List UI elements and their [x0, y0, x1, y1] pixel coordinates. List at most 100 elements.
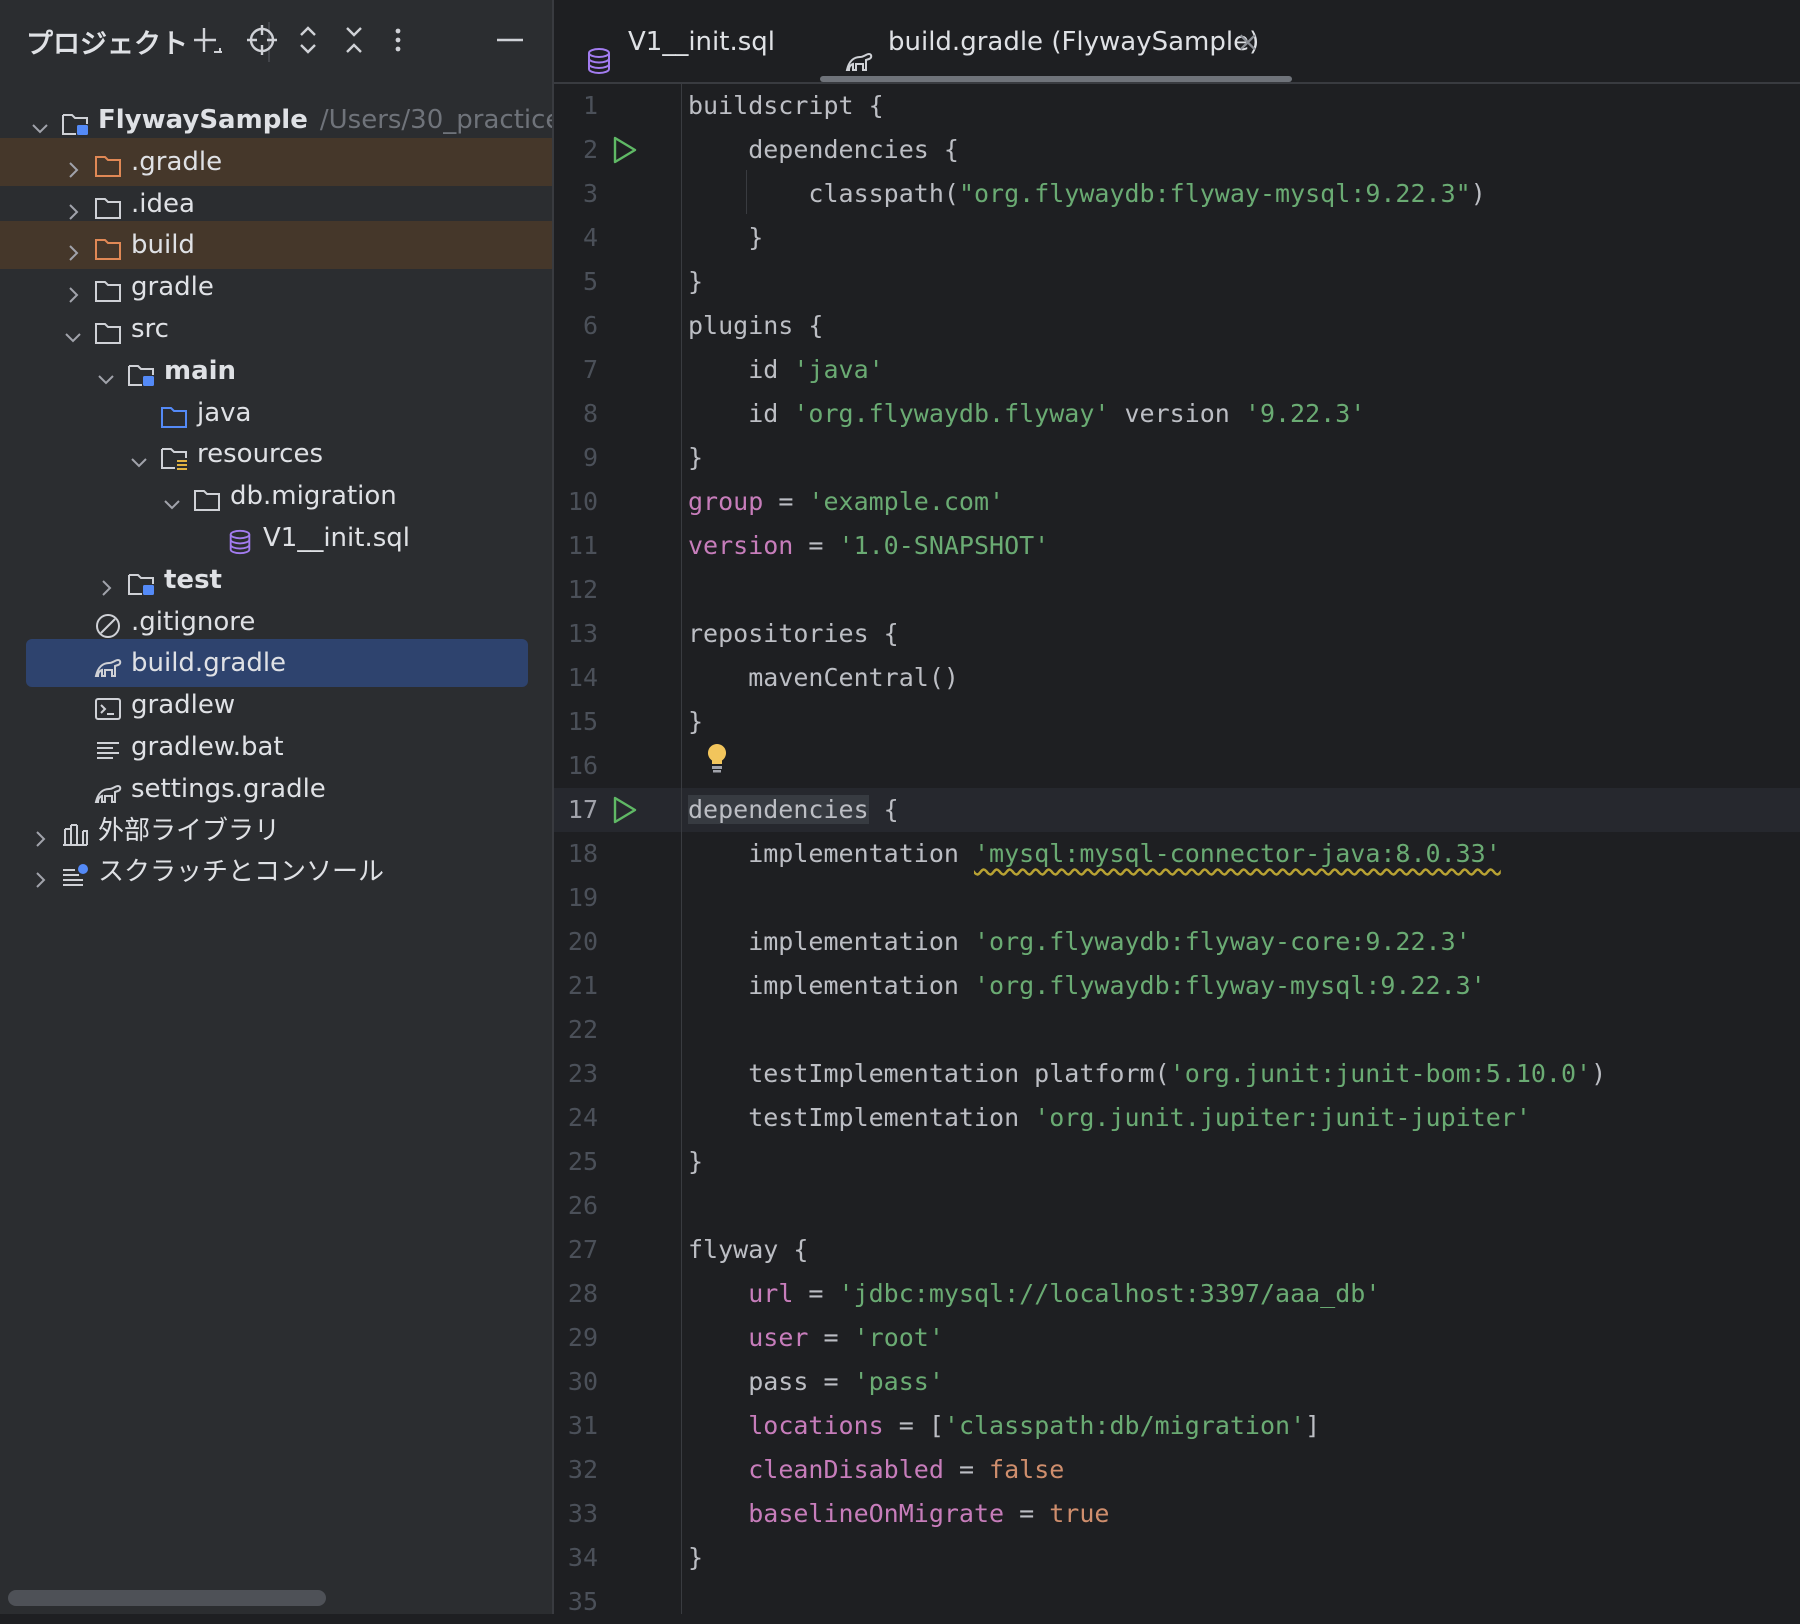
active-tab-indicator: [820, 76, 1292, 82]
tree-item-resources[interactable]: resources: [0, 430, 552, 478]
chevron-right-icon[interactable]: [61, 233, 85, 261]
run-gutter-icon[interactable]: [610, 135, 638, 165]
code-token: url: [748, 1279, 794, 1308]
line-number: 15: [567, 707, 598, 736]
more-options-icon[interactable]: [380, 22, 416, 58]
tab-v1-init-sql[interactable]: V1__init.sql: [580, 0, 780, 82]
code-token: ]: [1305, 1411, 1321, 1440]
tree-item-flywaysample[interactable]: FlywaySample/Users/30_practice/p: [0, 96, 587, 144]
tree-item-label: gradlew: [131, 690, 236, 720]
code-line: 5}: [554, 260, 1800, 304]
tab-label: V1__init.sql: [628, 27, 775, 57]
code-token: =: [943, 1455, 990, 1484]
chevron-right-icon[interactable]: [94, 568, 118, 596]
line-number: 13: [567, 619, 598, 648]
code-editor[interactable]: 1 buildscript {2 dependencies {3 classpat…: [554, 84, 1800, 1616]
code-line: 12: [554, 568, 1800, 612]
line-number: 21: [567, 971, 598, 1000]
tree-item-test[interactable]: test: [0, 556, 552, 604]
code-token: }: [688, 267, 704, 296]
line-number: 14: [567, 663, 598, 692]
tree-item-src[interactable]: src: [0, 305, 552, 353]
code-text: implementation 'org.flywaydb:flyway-core…: [688, 920, 1471, 964]
code-token: 'jdbc:mysql://localhost:3397/aaa_db': [838, 1279, 1381, 1308]
tree-item-スクラッチとコンソール[interactable]: スクラッチとコンソール: [0, 848, 552, 896]
code-text: }: [688, 436, 703, 480]
code-token: baselineOnMigrate: [748, 1499, 1005, 1528]
code-text: }: [688, 260, 703, 304]
tree-item-gradlew-bat[interactable]: gradlew.bat: [0, 723, 552, 771]
code-text: group = 'example.com': [688, 480, 1004, 524]
tree-item-label: スクラッチとコンソール: [98, 857, 385, 887]
code-text: flyway {: [688, 1228, 808, 1272]
tree-item-settings-gradle[interactable]: settings.gradle: [0, 765, 552, 813]
tree-item-gradle[interactable]: .gradle: [0, 138, 552, 186]
add-icon[interactable]: [190, 22, 226, 58]
code-line: 2 dependencies {: [554, 128, 1800, 172]
tree-item-main[interactable]: main: [0, 347, 552, 395]
tree-item-v1-init-sql[interactable]: V1__init.sql: [0, 514, 552, 562]
chevron-down-icon[interactable]: [28, 108, 52, 134]
gradle-icon: [93, 775, 123, 803]
tree-item-gradlew[interactable]: gradlew: [0, 681, 552, 729]
tree-item-label: test: [164, 565, 222, 595]
code-token: user: [748, 1323, 809, 1352]
module-folder-icon: [60, 106, 90, 135]
tab-build-gradle[interactable]: build.gradle (FlywaySample) ×: [844, 0, 1284, 82]
tree-item-db-migration[interactable]: db.migration: [0, 472, 552, 520]
tree-item-gradle[interactable]: gradle: [0, 263, 552, 311]
code-text: implementation 'mysql:mysql-connector-ja…: [688, 832, 1501, 876]
hide-icon[interactable]: [492, 22, 528, 58]
chevron-right-icon[interactable]: [61, 275, 85, 303]
code-line: 10 group = 'example.com': [554, 480, 1800, 524]
code-token: }: [688, 1543, 704, 1572]
code-token: =: [793, 531, 839, 560]
chevron-right-icon[interactable]: [61, 192, 85, 220]
code-line: 3 classpath("org.flywaydb:flyway-mysql:9…: [554, 172, 1800, 216]
run-gutter-icon[interactable]: [610, 795, 638, 825]
tree-item-label: .gradle: [131, 147, 223, 177]
editor-tab-bar: V1__init.sql build.gradle (FlywaySample)…: [554, 0, 1800, 84]
chevron-down-icon[interactable]: [127, 442, 151, 468]
code-token: 'org.flywaydb:flyway-mysql:9.22.3': [973, 971, 1486, 1000]
code-text: repositories {: [688, 612, 899, 656]
tree-item-build-gradle[interactable]: build.gradle: [26, 639, 528, 687]
line-number: 4: [582, 223, 598, 252]
collapse-all-icon[interactable]: [336, 22, 372, 58]
line-number: 27: [567, 1235, 598, 1264]
code-token: repositories {: [688, 619, 899, 648]
line-number: 28: [567, 1279, 598, 1308]
text-file-icon: [93, 733, 123, 761]
horizontal-scrollbar[interactable]: [8, 1590, 326, 1606]
code-token: '1.0-SNAPSHOT': [838, 531, 1050, 560]
code-token: implementation: [688, 971, 974, 1000]
tree-item-label: gradlew.bat: [131, 732, 284, 762]
chevron-right-icon[interactable]: [28, 819, 52, 847]
chevron-right-icon[interactable]: [28, 860, 52, 888]
code-text: dependencies {: [688, 788, 899, 832]
code-token: group: [688, 487, 764, 516]
code-token: 'org.flywaydb:flyway-core:9.22.3': [973, 927, 1471, 956]
gradle-icon: [844, 26, 874, 71]
expand-all-icon[interactable]: [290, 22, 326, 58]
intention-bulb-icon[interactable]: [704, 742, 730, 774]
code-line: 15}: [554, 700, 1800, 744]
code-token: dependencies {: [688, 135, 959, 164]
code-text: dependencies {: [688, 128, 959, 172]
chevron-down-icon[interactable]: [160, 484, 184, 510]
chevron-down-icon[interactable]: [94, 359, 118, 385]
close-tab-icon[interactable]: ×: [1236, 0, 1259, 84]
locate-icon[interactable]: [244, 22, 280, 58]
resources-folder-icon: [159, 440, 189, 470]
chevron-right-icon[interactable]: [61, 150, 85, 178]
line-number: 33: [567, 1499, 598, 1528]
tree-item-build[interactable]: build: [0, 221, 552, 269]
code-text: classpath("org.flywaydb:flyway-mysql:9.2…: [688, 172, 1485, 216]
code-token: id: [688, 355, 794, 384]
code-token: ): [1591, 1059, 1607, 1088]
code-text: pass = 'pass': [688, 1360, 944, 1404]
code-text: cleanDisabled = false: [688, 1448, 1064, 1492]
chevron-down-icon[interactable]: [61, 317, 85, 343]
